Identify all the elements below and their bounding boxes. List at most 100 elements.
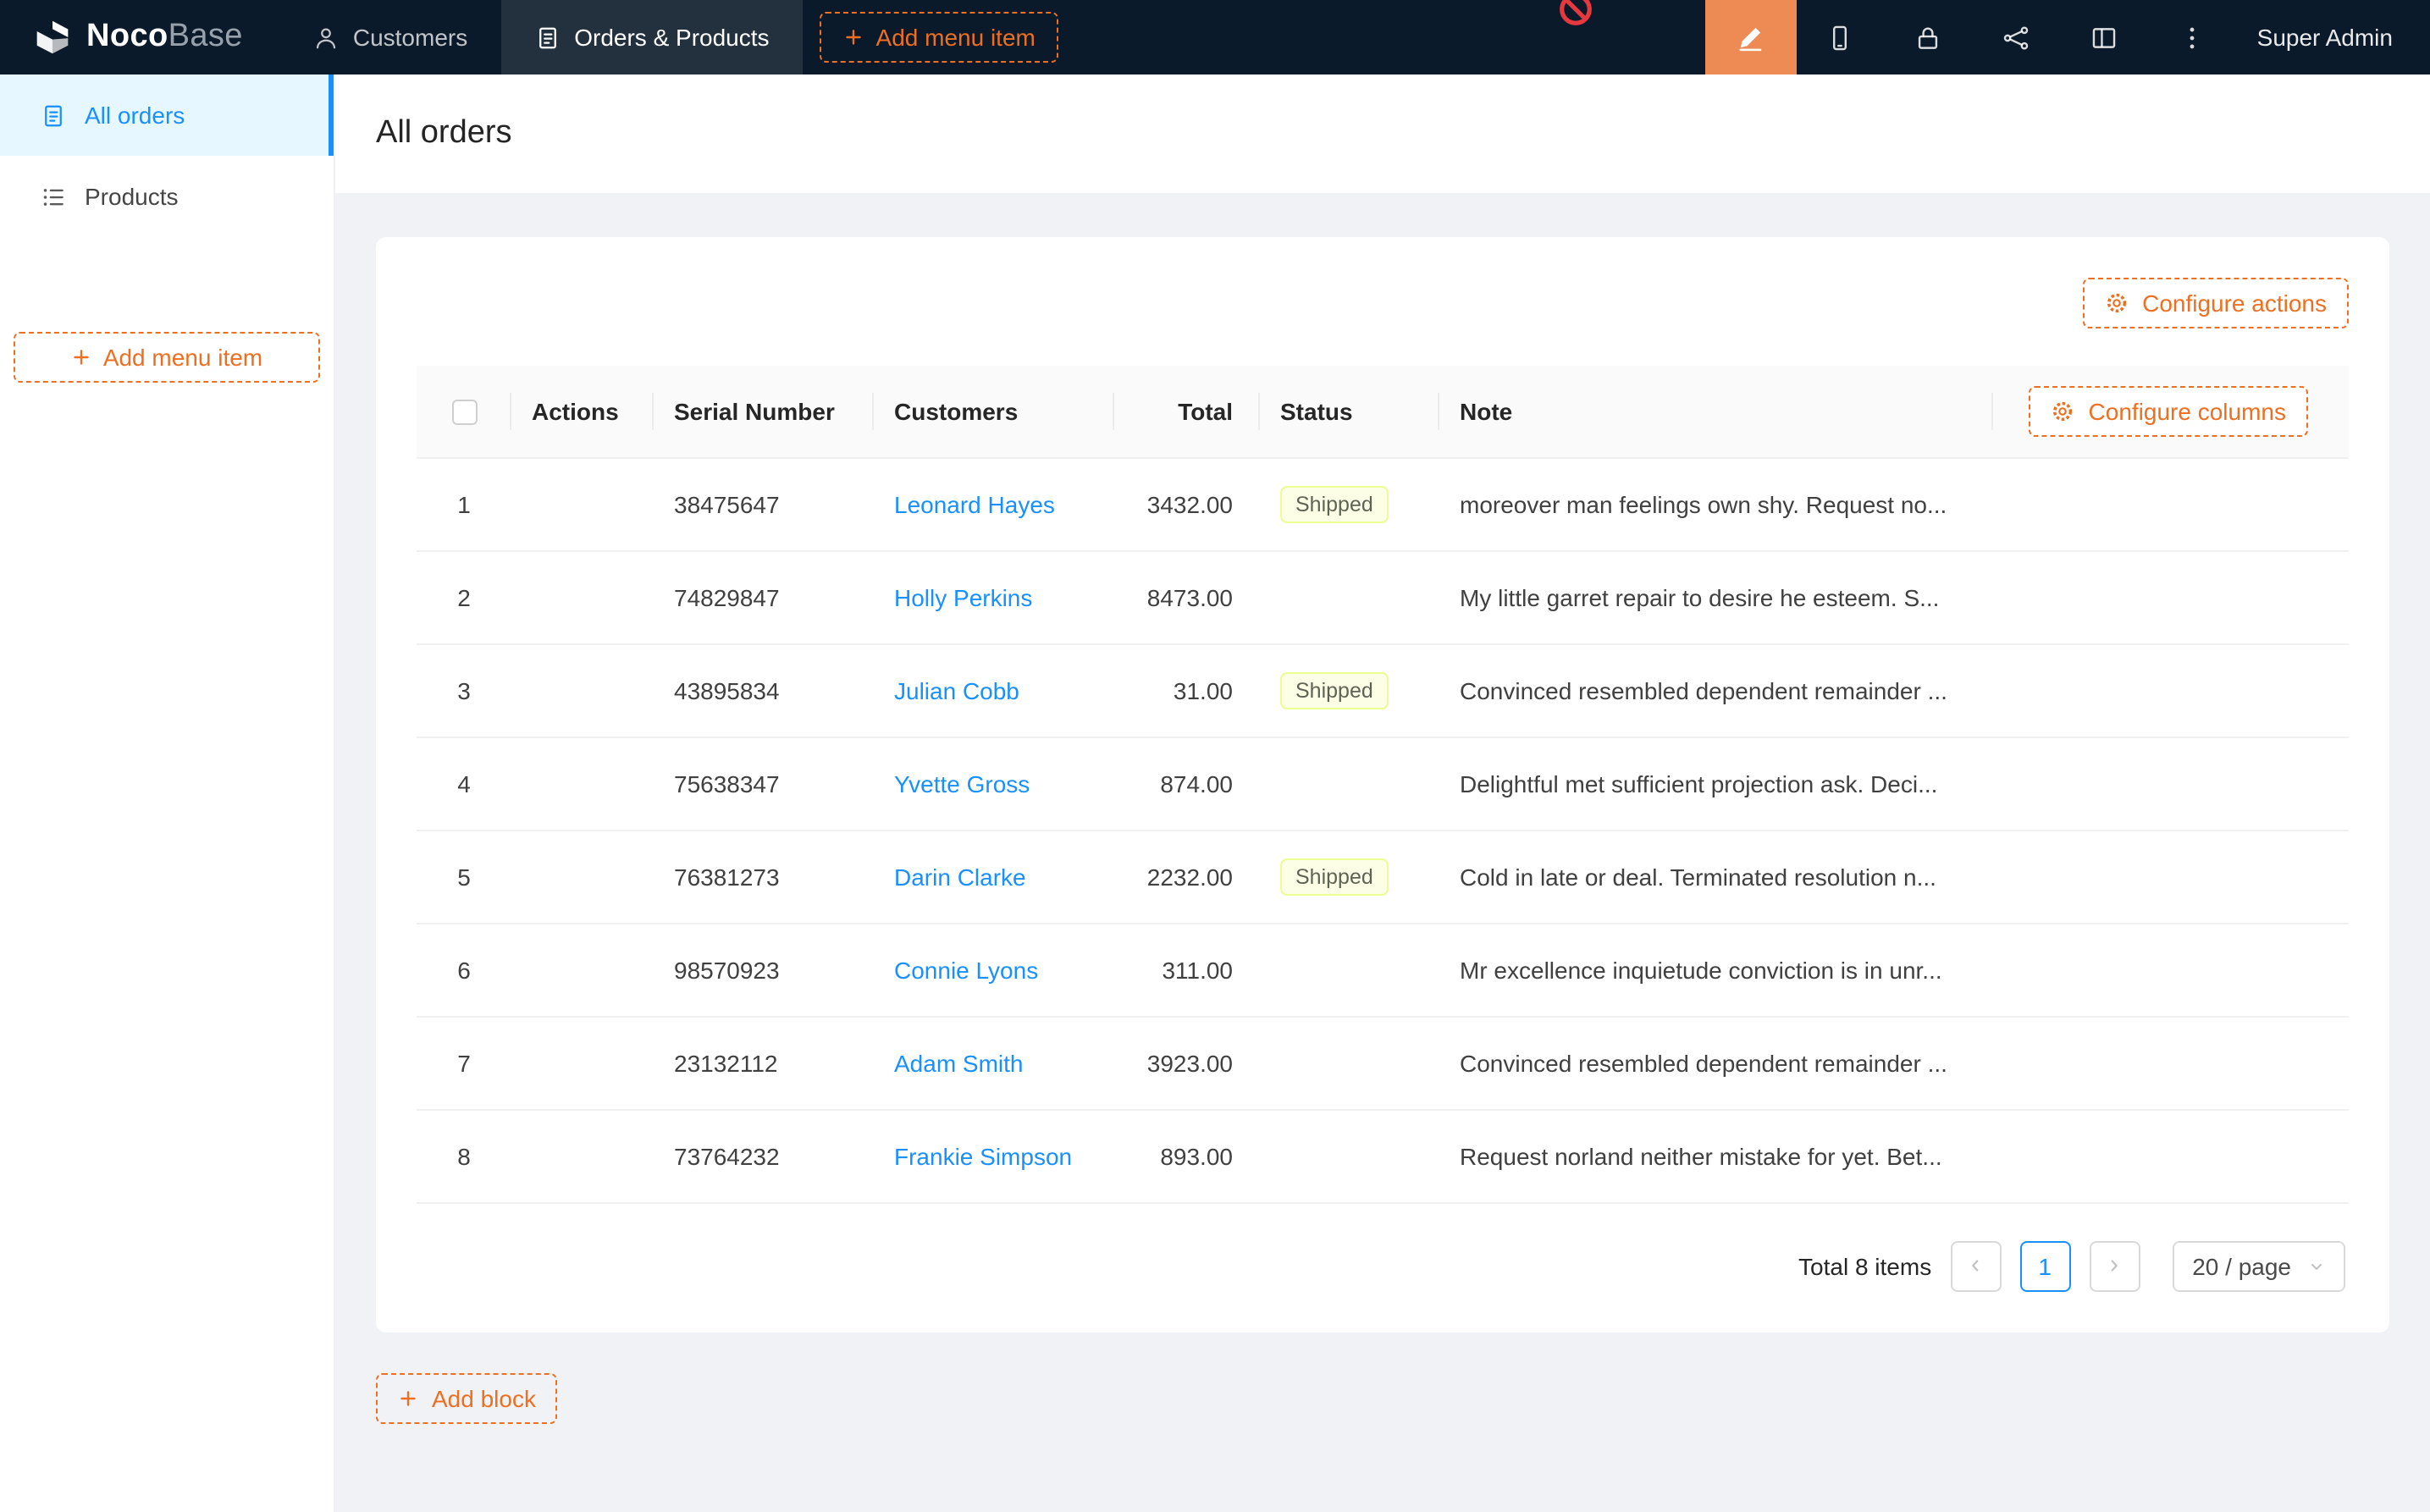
nav-tab-customers[interactable]: Customers xyxy=(280,0,501,74)
customer-link[interactable]: Frankie Simpson xyxy=(894,1142,1072,1169)
chevron-left-icon xyxy=(1966,1256,1985,1275)
customer-link[interactable]: Adam Smith xyxy=(894,1049,1024,1076)
add-block-button[interactable]: Add block xyxy=(376,1372,558,1423)
add-block-label: Add block xyxy=(432,1384,536,1411)
row-index-cell: 2 xyxy=(417,550,511,643)
select-all-checkbox[interactable] xyxy=(451,400,477,425)
customer-link[interactable]: Leonard Hayes xyxy=(894,490,1055,517)
topnav-add-menu-item-label: Add menu item xyxy=(876,24,1036,51)
status-cell xyxy=(1260,1016,1439,1109)
pagination-prev-button[interactable] xyxy=(1950,1240,2001,1291)
page-title: All orders xyxy=(376,115,512,152)
total-cell: 2232.00 xyxy=(1114,830,1260,923)
row-index-cell: 6 xyxy=(417,923,511,1016)
pagination-next-button[interactable] xyxy=(2089,1240,2140,1291)
config-spacer-cell xyxy=(1993,550,2349,643)
row-index: 3 xyxy=(457,676,471,704)
ellipsis-vertical-icon xyxy=(2179,23,2207,52)
customer-link[interactable]: Holly Perkins xyxy=(894,583,1032,610)
row-actions-cell xyxy=(511,457,654,550)
customer-link[interactable]: Yvette Gross xyxy=(894,770,1030,797)
layout-icon xyxy=(2090,23,2119,52)
row-actions-cell xyxy=(511,830,654,923)
total-cell: 893.00 xyxy=(1114,1109,1260,1202)
layout-button[interactable] xyxy=(2061,0,2149,74)
page-size-select[interactable]: 20 / page xyxy=(2172,1240,2345,1291)
table-row: 2 74829847 Holly Perkins 8473.00 My litt… xyxy=(417,550,2349,643)
mobile-preview-button[interactable] xyxy=(1797,0,1885,74)
serial-number-cell: 74829847 xyxy=(654,550,874,643)
column-header-status: Status xyxy=(1260,366,1439,457)
serial-number-cell: 73764232 xyxy=(654,1109,874,1202)
note-cell: My little garret repair to desire he est… xyxy=(1439,550,1993,643)
configure-columns-label: Configure columns xyxy=(2089,398,2286,425)
current-user-menu[interactable]: Super Admin xyxy=(2237,0,2430,74)
table-row: 4 75638347 Yvette Gross 874.00 Delightfu… xyxy=(417,737,2349,830)
orders-table: Actions Serial Number Customers Total St… xyxy=(417,366,2349,1203)
total-cell: 311.00 xyxy=(1114,923,1260,1016)
app-root: NocoBase Customers Orders & Products xyxy=(0,0,2430,1512)
person-icon xyxy=(314,25,340,50)
configure-columns-button[interactable]: Configure columns xyxy=(2030,386,2308,437)
page-size-label: 20 / page xyxy=(2192,1252,2291,1279)
nocobase-brand[interactable]: NocoBase xyxy=(0,0,280,74)
row-index-cell: 5 xyxy=(417,830,511,923)
serial-number-cell: 38475647 xyxy=(654,457,874,550)
status-cell xyxy=(1260,923,1439,1016)
column-header-note: Note xyxy=(1439,366,1993,457)
customer-link[interactable]: Julian Cobb xyxy=(894,676,1019,704)
orders-table-block: Configure actions xyxy=(376,237,2389,1332)
customer-cell: Darin Clarke xyxy=(874,830,1114,923)
customer-link[interactable]: Connie Lyons xyxy=(894,956,1038,983)
pagination-page-button[interactable]: 1 xyxy=(2019,1240,2070,1291)
brand-name-light: Base xyxy=(168,19,243,54)
orders-file-icon xyxy=(41,102,66,128)
sidebar: All orders Products Add menu item xyxy=(0,74,335,1512)
row-index: 7 xyxy=(457,1049,471,1076)
brand-name-bold: Noco xyxy=(86,19,168,54)
serial-number-cell: 76381273 xyxy=(654,830,874,923)
total-cell: 31.00 xyxy=(1114,643,1260,737)
sidebar-item-products[interactable]: Products xyxy=(0,156,334,237)
customer-link[interactable]: Darin Clarke xyxy=(894,863,1026,890)
status-badge: Shipped xyxy=(1280,671,1389,709)
table-row: 6 98570923 Connie Lyons 311.00 Mr excell… xyxy=(417,923,2349,1016)
serial-number-cell: 98570923 xyxy=(654,923,874,1016)
customer-cell: Adam Smith xyxy=(874,1016,1114,1109)
more-actions-button[interactable] xyxy=(2149,0,2237,74)
column-header-actions: Actions xyxy=(511,366,654,457)
gear-icon xyxy=(2052,400,2075,423)
plus-icon xyxy=(71,347,91,367)
row-actions-cell xyxy=(511,643,654,737)
page-header: All orders xyxy=(335,74,2430,193)
row-index: 8 xyxy=(457,1142,471,1169)
sidebar-item-label: Products xyxy=(85,183,179,210)
config-spacer-cell xyxy=(1993,457,2349,550)
config-spacer-cell xyxy=(1993,923,2349,1016)
row-actions-cell xyxy=(511,737,654,830)
pagination: Total 8 items 1 xyxy=(417,1240,2349,1291)
lock-button[interactable] xyxy=(1885,0,1973,74)
status-cell: Shipped xyxy=(1260,643,1439,737)
sidebar-add-menu-item-button[interactable]: Add menu item xyxy=(14,332,320,383)
customer-cell: Connie Lyons xyxy=(874,923,1114,1016)
status-cell: Shipped xyxy=(1260,457,1439,550)
sidebar-item-label: All orders xyxy=(85,102,185,129)
note-cell: Delightful met sufficient projection ask… xyxy=(1439,737,1993,830)
sidebar-item-all-orders[interactable]: All orders xyxy=(0,74,334,156)
customer-cell: Frankie Simpson xyxy=(874,1109,1114,1202)
ui-editor-button[interactable] xyxy=(1705,0,1797,74)
table-actions-bar: Configure actions xyxy=(417,278,2349,328)
nav-tab-label: Orders & Products xyxy=(574,24,769,51)
customer-cell: Leonard Hayes xyxy=(874,457,1114,550)
configure-actions-button[interactable]: Configure actions xyxy=(2083,278,2349,328)
status-cell xyxy=(1260,550,1439,643)
chevron-down-icon xyxy=(2308,1257,2325,1274)
api-doc-button[interactable] xyxy=(1973,0,2061,74)
column-header-total: Total xyxy=(1114,366,1260,457)
main-area: All orders Configure actions xyxy=(335,74,2430,1512)
nav-tab-orders-products[interactable]: Orders & Products xyxy=(501,0,803,74)
nocobase-logo-icon xyxy=(34,19,71,56)
status-badge: Shipped xyxy=(1280,858,1389,895)
topnav-add-menu-item-button[interactable]: Add menu item xyxy=(820,12,1059,63)
